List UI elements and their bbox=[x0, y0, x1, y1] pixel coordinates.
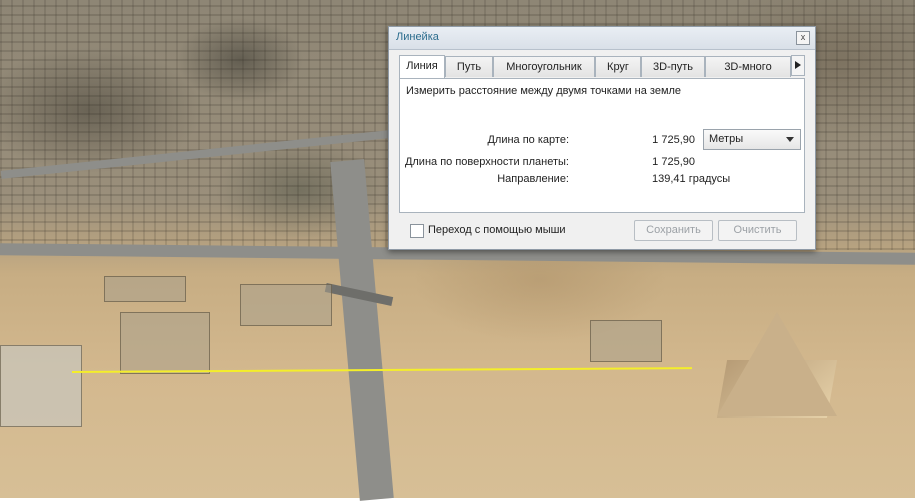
close-icon: x bbox=[800, 32, 806, 42]
surface-length-value: 1 725,90 bbox=[652, 156, 695, 168]
mouse-navigation-label[interactable]: Переход с помощью мыши bbox=[428, 224, 566, 236]
units-selected-value: Метры bbox=[709, 133, 744, 145]
surface-length-label: Длина по поверхности планеты: bbox=[404, 156, 569, 168]
tab-bar: Линия Путь Многоугольник Круг 3D-путь 3D… bbox=[399, 55, 799, 78]
ruler-dialog: Линейка x Линия Путь Многоугольник Круг … bbox=[388, 26, 816, 250]
compound bbox=[240, 284, 332, 326]
tab-scroll-right-button[interactable] bbox=[791, 55, 805, 76]
tab-circle[interactable]: Круг bbox=[595, 56, 641, 77]
dialog-titlebar[interactable]: Линейка x bbox=[389, 27, 815, 50]
chevron-down-icon bbox=[786, 137, 794, 142]
tab-3d-polygon[interactable]: 3D-много bbox=[705, 56, 791, 77]
map-length-value: 1 725,90 bbox=[652, 134, 695, 146]
parking-lot bbox=[104, 276, 186, 302]
tab-3d-path[interactable]: 3D-путь bbox=[641, 56, 705, 77]
heading-label: Направление: bbox=[497, 173, 569, 185]
tab-line[interactable]: Линия bbox=[399, 55, 445, 78]
save-button[interactable]: Сохранить bbox=[634, 220, 713, 241]
close-button[interactable]: x bbox=[796, 31, 810, 45]
mouse-navigation-checkbox[interactable] bbox=[410, 224, 424, 238]
compound bbox=[590, 320, 662, 362]
units-select[interactable]: Метры bbox=[703, 129, 801, 150]
map-length-label: Длина по карте: bbox=[487, 134, 569, 146]
dialog-title: Линейка bbox=[396, 31, 439, 43]
pyramid bbox=[717, 312, 837, 416]
parking-lot bbox=[120, 312, 210, 374]
tab-path[interactable]: Путь bbox=[445, 56, 493, 77]
description-text: Измерить расстояние между двумя точками … bbox=[406, 85, 682, 97]
tab-polygon[interactable]: Многоугольник bbox=[493, 56, 595, 77]
tab-panel-line: Измерить расстояние между двумя точками … bbox=[399, 78, 805, 213]
building bbox=[0, 345, 82, 427]
heading-value: 139,41 градусы bbox=[652, 173, 731, 185]
clear-button[interactable]: Очистить bbox=[718, 220, 797, 241]
